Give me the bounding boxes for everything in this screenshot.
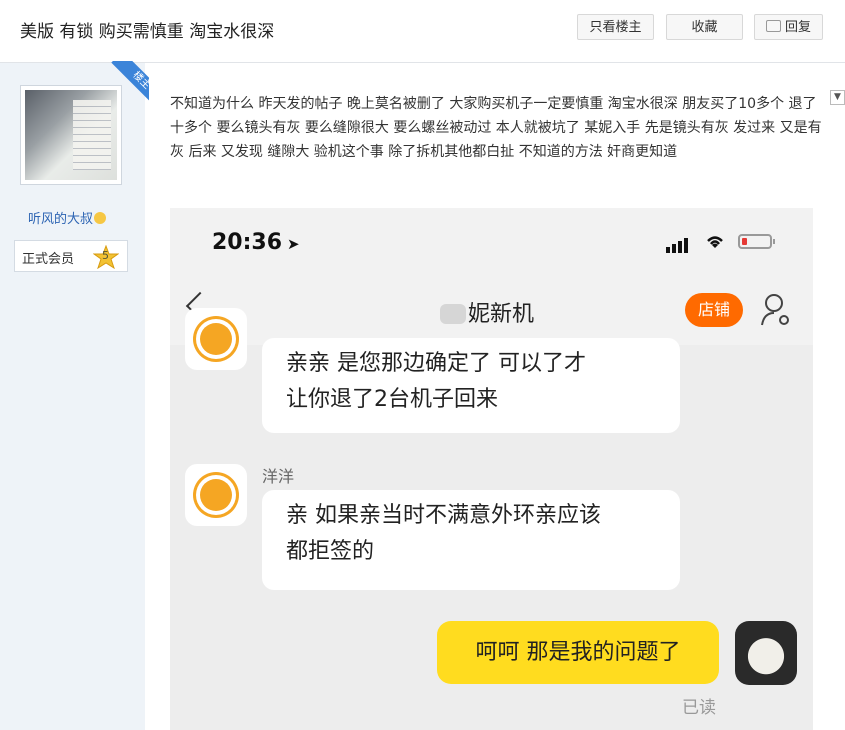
member-level: 5 [102, 249, 109, 262]
my-avatar [735, 621, 797, 685]
location-arrow-icon: ➤ [287, 235, 300, 253]
favorite-button[interactable]: 收藏 [666, 14, 743, 40]
op-badge-label: 楼主 [111, 61, 149, 107]
shop-button[interactable]: 店铺 [685, 293, 743, 327]
only-op-button[interactable]: 只看楼主 [577, 14, 654, 40]
username-text: 听风的大叔 [28, 212, 94, 227]
status-time: 20:36 ➤ [212, 230, 300, 255]
user-settings-icon[interactable] [760, 292, 792, 328]
signal-icon [666, 234, 690, 253]
message-line: 亲 如果亲当时不满意外环亲应该 [286, 503, 601, 528]
message-line: 亲亲 是您那边确定了 可以了才 [286, 351, 586, 376]
wifi-icon [707, 236, 723, 248]
laugh-emoji-icon [94, 212, 107, 224]
seller-avatar [185, 464, 247, 526]
reply-label: 回复 [784, 20, 811, 35]
shop-name: 妮新机 [440, 296, 534, 328]
thread-header: 美版 有锁 购买需慎重 淘宝水很深 只看楼主 收藏 回复 [0, 0, 845, 63]
op-badge: 楼主 [103, 61, 149, 107]
chat-header: 20:36 ➤ 妮新机 店铺 [170, 208, 813, 345]
member-label: 正式会员 [22, 252, 75, 267]
read-status: 已读 [682, 698, 716, 718]
collapse-toggle-icon[interactable]: ▼ [830, 90, 845, 105]
post-body: 不知道为什么 昨天发的帖子 晚上莫名被删了 大家购买机子一定要慎重 淘宝水很深 … [170, 96, 822, 160]
battery-icon [738, 234, 775, 249]
message-sender: 洋洋 [262, 467, 295, 486]
reply-icon [765, 20, 781, 32]
author-username[interactable]: 听风的大叔 [28, 208, 107, 227]
member-level-box: 正式会员 5 [14, 240, 128, 272]
seller-avatar [185, 308, 247, 370]
message-line: 让你退了2台机子回来 [286, 387, 498, 412]
message-bubble: 亲 如果亲当时不满意外环亲应该 都拒签的 [262, 490, 680, 590]
embedded-chat-screenshot: 20:36 ➤ 妮新机 店铺 亲亲 是您那边确定了 可以了才 让你退了2台机子回来… [170, 208, 813, 730]
thread-title: 美版 有锁 购买需慎重 淘宝水很深 [20, 22, 275, 42]
message-bubble: 亲亲 是您那边确定了 可以了才 让你退了2台机子回来 [262, 338, 680, 433]
message-line: 都拒签的 [286, 539, 375, 564]
blurred-text [440, 304, 466, 324]
my-message-bubble: 呵呵 那是我的问题了 [437, 621, 719, 684]
reply-button[interactable]: 回复 [754, 14, 823, 40]
